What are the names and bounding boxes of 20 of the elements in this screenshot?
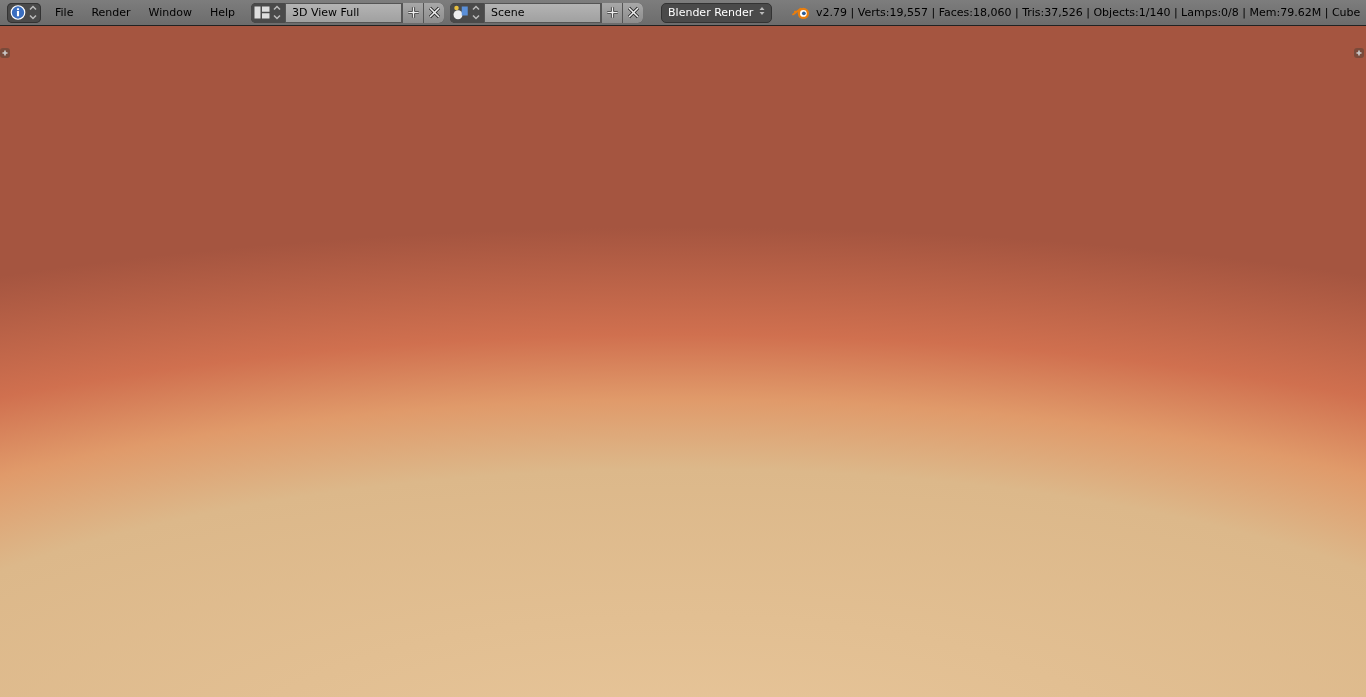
scene-statistics: v2.79 | Verts:19,557 | Faces:18,060 | Tris:37,526 | Objects:1/140 | Lamps:0/8 | Mem:79.62M | Cube xyxy=(816,6,1361,19)
menu-item[interactable]: Render xyxy=(83,2,139,23)
menu-item[interactable]: Help xyxy=(201,2,244,23)
render-engine-dropdown[interactable]: Blender Render xyxy=(661,2,773,23)
layout-name-field[interactable]: 3D View Full xyxy=(285,2,403,23)
dropdown-arrows-icon xyxy=(759,6,766,16)
editor-type-button[interactable] xyxy=(7,2,41,23)
layout-grid-icon[interactable] xyxy=(251,2,286,23)
close-icon[interactable] xyxy=(622,2,644,23)
menu-item[interactable]: Window xyxy=(140,2,200,23)
blender-logo-icon xyxy=(792,5,812,20)
add-icon[interactable] xyxy=(601,2,623,23)
close-icon[interactable] xyxy=(423,2,445,23)
add-region-icon[interactable] xyxy=(0,48,10,58)
scene-name-field[interactable]: Scene xyxy=(484,2,602,23)
menu-item[interactable]: File xyxy=(47,2,82,23)
add-icon[interactable] xyxy=(402,2,424,23)
add-region-icon[interactable] xyxy=(1354,48,1364,58)
scene-shapes-icon[interactable] xyxy=(450,2,485,23)
render-engine-label: Blender Render xyxy=(668,6,754,19)
